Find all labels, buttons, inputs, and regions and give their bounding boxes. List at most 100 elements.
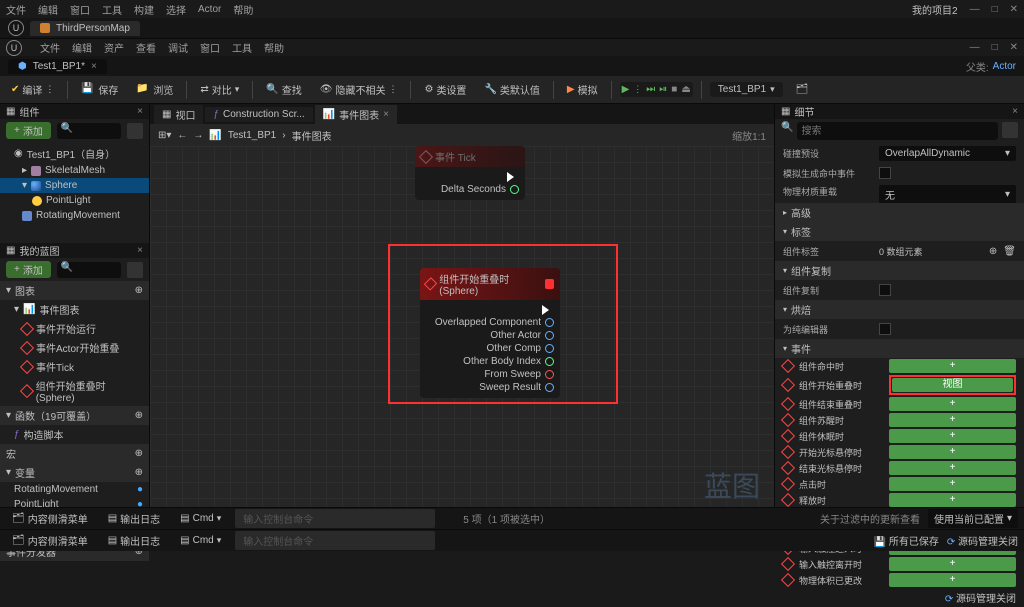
cat-cooking[interactable]: ▾烘焙	[775, 300, 1024, 319]
content-drawer-tab-2[interactable]: 🗂内容侧滑菜单	[6, 531, 94, 550]
component-rotating[interactable]: RotatingMovement	[0, 208, 149, 223]
play-icon[interactable]: ▶	[622, 84, 630, 95]
event-tick[interactable]: 事件Tick	[0, 357, 149, 376]
panel-close-icon[interactable]: ×	[1012, 106, 1018, 117]
component-root[interactable]: ◉ Test1_BP1（自身）	[0, 144, 149, 163]
debug-object-combo[interactable]: Test1_BP1▾	[710, 82, 783, 97]
node-begin-overlap[interactable]: 组件开始重叠时 (Sphere) Overlapped Component Ot…	[420, 268, 560, 398]
compile-button[interactable]: ✔编译⋮	[6, 80, 59, 99]
source-control-link-2[interactable]: ⟳ 源码管理关闭	[947, 533, 1018, 548]
panel-close-icon[interactable]: ×	[137, 245, 143, 256]
cat-comp-rep[interactable]: ▾组件复制	[775, 261, 1024, 280]
cat-tags[interactable]: ▾标签	[775, 222, 1024, 241]
output-pin[interactable]	[545, 383, 554, 392]
gen-hit-checkbox[interactable]	[879, 167, 891, 179]
components-settings-icon[interactable]	[127, 123, 143, 139]
exec-pin[interactable]	[542, 305, 554, 315]
tab-eventgraph[interactable]: 📊事件图表×	[315, 105, 397, 124]
add-component-button[interactable]: +添加	[6, 122, 51, 139]
map-tab[interactable]: ThirdPersonMap	[30, 21, 140, 36]
details-search-input[interactable]	[797, 122, 998, 140]
add-event-button[interactable]: +	[889, 397, 1016, 411]
add-event-button[interactable]: +	[889, 445, 1016, 459]
event-beginplay[interactable]: 事件开始运行	[0, 319, 149, 338]
bp-close-icon[interactable]: ✕	[1010, 42, 1018, 53]
add-event-button[interactable]: +	[889, 413, 1016, 427]
array-clear-icon[interactable]: 🗑	[1003, 246, 1016, 257]
close-icon[interactable]: ✕	[1010, 4, 1018, 15]
menu-actor[interactable]: Actor	[198, 4, 221, 15]
bp-maximize-icon[interactable]: □	[992, 42, 998, 53]
section-functions[interactable]: ▾函数（19可覆盖）⊕	[0, 406, 149, 425]
add-event-button[interactable]: +	[889, 429, 1016, 443]
phys-mat-wu-combo[interactable]: 无▾	[879, 185, 1016, 204]
panel-close-icon[interactable]: ×	[137, 106, 143, 117]
add-event-button[interactable]: +	[889, 557, 1016, 571]
output-pin[interactable]	[545, 318, 554, 327]
menu-select[interactable]: 选择	[166, 2, 186, 17]
source-control-link[interactable]: ⟳ 源码管理关闭	[945, 594, 1016, 605]
nav-fwd-icon[interactable]: →	[193, 130, 203, 141]
component-sphere[interactable]: ▾Sphere	[0, 178, 149, 193]
output-pin[interactable]	[545, 331, 554, 340]
bp-menu-tools[interactable]: 工具	[232, 40, 252, 55]
menu-help[interactable]: 帮助	[233, 2, 253, 17]
tab-close-icon[interactable]: ×	[91, 61, 97, 72]
add-event-button[interactable]: +	[889, 461, 1016, 475]
details-header[interactable]: ▦细节×	[775, 104, 1024, 119]
cmd-input-2[interactable]: 输入控制台命令	[235, 531, 435, 550]
output-pin[interactable]	[545, 370, 554, 379]
output-log-tab-2[interactable]: ▤输出日志	[102, 531, 166, 550]
nav-back-icon[interactable]: ⊞▾	[158, 130, 171, 141]
section-macros[interactable]: 宏⊕	[0, 444, 149, 463]
exec-pin[interactable]	[507, 172, 519, 182]
components-search[interactable]: 🔍	[57, 123, 121, 139]
tab-construction[interactable]: ƒConstruction Scr...	[205, 107, 312, 122]
tab-close-icon[interactable]: ×	[383, 109, 389, 120]
myblueprint-search[interactable]: 🔍	[57, 262, 121, 278]
eject-icon[interactable]: ⏏	[681, 84, 690, 95]
menu-tools[interactable]: 工具	[102, 2, 122, 17]
cmd-tab-2[interactable]: ▤Cmd▾	[174, 533, 227, 548]
diff-button[interactable]: ⇄对比▾	[195, 80, 244, 99]
cmd-input[interactable]: 输入控制台命令	[235, 509, 435, 528]
save-button[interactable]: 💾保存	[76, 80, 123, 99]
minimize-icon[interactable]: —	[970, 4, 980, 15]
cat-events[interactable]: ▾事件	[775, 339, 1024, 358]
myblueprint-settings-icon[interactable]	[127, 262, 143, 278]
filter-combo[interactable]: 使用当前已配置▾	[928, 509, 1018, 528]
output-pin[interactable]	[545, 344, 554, 353]
add-new-button[interactable]: +添加	[6, 261, 51, 278]
collision-preset-combo[interactable]: OverlapAllDynamic▾	[879, 146, 1016, 161]
parent-class-link[interactable]: Actor	[993, 61, 1016, 72]
event-actoroverlap[interactable]: 事件Actor开始重叠	[0, 338, 149, 357]
cooking-checkbox[interactable]	[879, 323, 891, 335]
menu-edit[interactable]: 编辑	[38, 2, 58, 17]
step-icon[interactable]: ⏯	[659, 84, 667, 95]
event-sphere-overlap[interactable]: 组件开始重叠时 (Sphere)	[0, 376, 149, 406]
unsaved-status[interactable]: 💾 所有已保存	[874, 533, 939, 548]
var-rotating[interactable]: RotatingMovement●	[0, 482, 149, 497]
skip-icon[interactable]: ⏭	[646, 84, 655, 95]
output-pin[interactable]	[545, 357, 554, 366]
cat-advanced[interactable]: ▸高级	[775, 203, 1024, 222]
node-event-tick[interactable]: 事件 Tick Delta Seconds	[415, 146, 525, 200]
myblueprint-panel-header[interactable]: ▦我的蓝图×	[0, 243, 149, 258]
class-defaults-button[interactable]: 🔧类默认值	[479, 80, 544, 99]
debug-filter-button[interactable]: 🗂	[791, 82, 814, 97]
stop-icon[interactable]: ■	[671, 84, 677, 95]
nav-back-icon[interactable]: ←	[177, 130, 187, 141]
event-graph-canvas[interactable]: 事件 Tick Delta Seconds 组件开始重叠时 (Sphere) O…	[150, 146, 774, 525]
event-graph-item[interactable]: ▾📊事件图表	[0, 300, 149, 319]
section-variables[interactable]: ▾变量⊕	[0, 463, 149, 482]
add-event-button[interactable]: +	[889, 493, 1016, 507]
component-skeletalmesh[interactable]: ▸SkeletalMesh	[0, 163, 149, 178]
simulate-button[interactable]: ▶模拟	[562, 80, 603, 99]
comp-rep-checkbox[interactable]	[879, 284, 891, 296]
bp-menu-edit[interactable]: 编辑	[72, 40, 92, 55]
add-event-button[interactable]: 视图	[892, 378, 1013, 392]
bp-minimize-icon[interactable]: —	[970, 42, 980, 53]
array-add-icon[interactable]: ⊕	[989, 246, 997, 257]
content-drawer-tab[interactable]: 🗂内容侧滑菜单	[6, 509, 94, 528]
hide-unrelated-button[interactable]: 👁隐藏不相关⋮	[315, 80, 403, 99]
